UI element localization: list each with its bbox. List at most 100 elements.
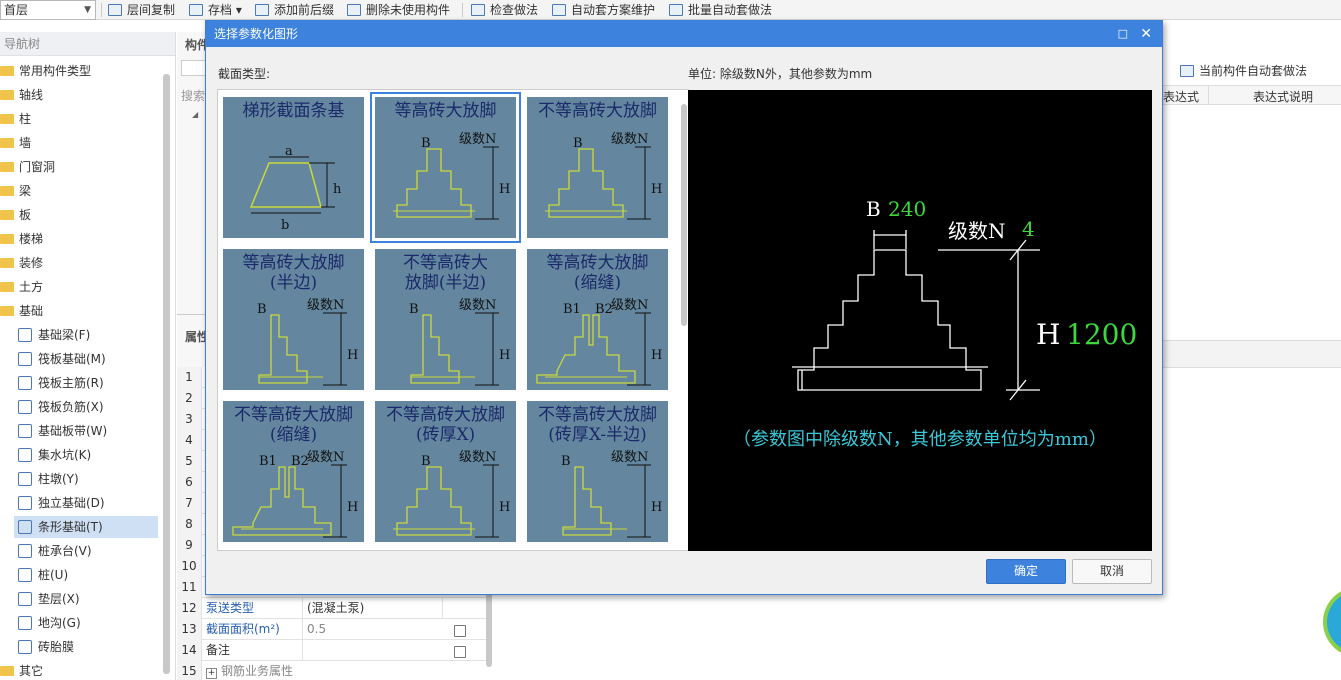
folder-icon <box>0 186 14 196</box>
check-method-button[interactable]: 检查做法 <box>471 0 538 20</box>
archive-icon <box>189 4 203 16</box>
svg-text:H: H <box>651 182 662 197</box>
main-toolbar: 首层 ▼ 层间复制 存档 ▾ 添加前后缀 删除未使用构件 检查做法 自动套方案维护… <box>0 0 1341 20</box>
svg-text:B: B <box>421 454 431 469</box>
shape-card-9[interactable]: 不等高砖大放脚 (砖厚X-半边) B 级数N H <box>527 401 668 542</box>
trench-icon <box>18 616 32 630</box>
maximize-icon[interactable]: □ <box>1118 21 1128 47</box>
shape-card-drawing: a h b <box>249 144 342 233</box>
nav-sub-cushion[interactable]: 垫层(X) <box>18 588 80 610</box>
nav-item-foundation[interactable]: 基础 <box>0 300 43 322</box>
nav-sub-isolated-footing[interactable]: 独立基础(D) <box>18 492 105 514</box>
nav-sub-sump[interactable]: 集水坑(K) <box>18 444 91 466</box>
svg-text:B: B <box>561 454 571 469</box>
folder-icon <box>0 666 14 676</box>
nav-item-common[interactable]: 常用构件类型 <box>0 60 91 82</box>
rebar-icon <box>18 376 32 390</box>
add-prefix-button[interactable]: 添加前后缀 <box>255 0 334 20</box>
shape-card-drawing: B 级数N H <box>393 132 510 220</box>
float-assistant-icon[interactable] <box>1323 587 1341 657</box>
svg-text:级数N: 级数N <box>611 298 648 313</box>
svg-text:h: h <box>333 182 342 197</box>
ok-button[interactable]: 确定 <box>986 559 1066 584</box>
auto-scheme-button[interactable]: 自动套方案维护 <box>552 0 655 20</box>
preview-h-value: 1200 <box>1066 318 1137 351</box>
pile-icon <box>18 568 32 582</box>
nav-item-column[interactable]: 柱 <box>0 108 31 130</box>
nav-item-slab[interactable]: 板 <box>0 204 31 226</box>
tree-expand-icon[interactable]: ◢ <box>192 110 198 119</box>
nav-item-decoration[interactable]: 装修 <box>0 252 43 274</box>
folder-icon <box>0 306 14 316</box>
nav-item-wall[interactable]: 墙 <box>0 132 31 154</box>
raft-icon <box>18 352 32 366</box>
folder-icon <box>0 258 14 268</box>
table-row: 12 泵送类型 (混凝土泵) <box>177 598 487 619</box>
nav-sub-raft-main-bar[interactable]: 筏板主筋(R) <box>18 372 104 394</box>
copy-floor-button[interactable]: 层间复制 <box>108 0 175 20</box>
property-value[interactable] <box>302 640 442 661</box>
shape-card-5[interactable]: 不等高砖大 放脚(半边) B 级数N H <box>375 249 516 390</box>
shape-card-6[interactable]: 等高砖大放脚 (缩缝) B1 B2 级数N H <box>527 249 668 390</box>
nav-item-opening[interactable]: 门窗洞 <box>0 156 55 178</box>
nav-item-stairs[interactable]: 楼梯 <box>0 228 43 250</box>
nav-sub-raft[interactable]: 筏板基础(M) <box>18 348 106 370</box>
shape-card-3[interactable]: 不等高砖大放脚 B 级数N H <box>527 97 668 238</box>
nav-sub-pier[interactable]: 柱墩(Y) <box>18 468 79 490</box>
svg-text:b: b <box>281 218 289 233</box>
shape-card-drawing: B 级数N H <box>257 298 358 386</box>
nav-sub-raft-neg-bar[interactable]: 筏板负筋(X) <box>18 396 104 418</box>
table-row: 14 备注 <box>177 640 487 661</box>
folder-icon <box>0 234 14 244</box>
component-search-input[interactable]: 搜索 <box>181 87 205 103</box>
archive-button[interactable]: 存档 ▾ <box>189 0 242 20</box>
dialog-title: 选择参数化图形 □ ✕ <box>206 21 1162 47</box>
nav-item-other[interactable]: 其它 <box>0 660 43 680</box>
nav-scrollbar[interactable] <box>163 74 170 674</box>
gallery-scrollbar[interactable] <box>681 104 687 326</box>
folder-icon <box>0 162 14 172</box>
property-group[interactable]: + 钢筋业务属性 <box>206 661 293 680</box>
batch-auto-button[interactable]: 批量自动套做法 <box>669 0 772 20</box>
svg-text:B1: B1 <box>259 454 277 469</box>
cancel-button[interactable]: 取消 <box>1072 559 1152 584</box>
foundation-beam-icon <box>18 328 32 342</box>
nav-sub-brick-mold[interactable]: 砖胎膜 <box>18 636 74 658</box>
shape-card-1[interactable]: 梯形截面条基 a h b <box>223 97 364 238</box>
new-component-icon[interactable] <box>181 60 207 76</box>
property-value[interactable]: (混凝土泵) <box>302 598 442 618</box>
shape-card-2[interactable]: 等高砖大放脚 B 级数N H <box>372 94 519 241</box>
prefix-icon <box>255 4 269 16</box>
nav-sub-pile[interactable]: 桩(U) <box>18 564 68 586</box>
nav-sub-trench[interactable]: 地沟(G) <box>18 612 81 634</box>
shape-card-4[interactable]: 等高砖大放脚 (半边) B 级数N H <box>223 249 364 390</box>
nav-item-axis[interactable]: 轴线 <box>0 84 43 106</box>
nav-item-earthwork[interactable]: 土方 <box>0 276 43 298</box>
nav-item-beam[interactable]: 梁 <box>0 180 31 202</box>
floor-select[interactable]: 首层 ▼ <box>0 0 96 20</box>
svg-text:级数N: 级数N <box>611 132 648 147</box>
delete-unused-button[interactable]: 删除未使用构件 <box>347 0 450 20</box>
folder-icon <box>0 210 14 220</box>
close-icon[interactable]: ✕ <box>1140 21 1152 47</box>
section-type-label: 截面类型: <box>218 67 271 81</box>
svg-text:B: B <box>573 136 583 151</box>
auto-method-button[interactable]: 当前构件自动套做法 <box>1180 62 1307 79</box>
strip-footing-icon <box>18 520 32 534</box>
nav-sub-pile-cap[interactable]: 桩承台(V) <box>18 540 92 562</box>
folder-icon <box>0 114 14 124</box>
property-name: 截面面积(m²) <box>206 622 280 636</box>
nav-sub-slab-strip[interactable]: 基础板带(W) <box>18 420 107 442</box>
shape-card-drawing: B1 B2级数NH <box>232 450 358 538</box>
shape-card-8[interactable]: 不等高砖大放脚 (砖厚X) B 级数N H <box>375 401 516 542</box>
preview-b-label: B <box>866 197 881 221</box>
folder-icon <box>0 138 14 148</box>
method-panel: 当前构件自动套做法 表达式 表达式说明 <box>1163 32 1341 680</box>
expand-plus-icon[interactable]: + <box>206 668 217 679</box>
nav-sub-foundation-beam[interactable]: 基础梁(F) <box>18 324 90 346</box>
nav-sub-strip-footing[interactable]: 条形基础(T) <box>14 516 158 538</box>
auto-icon <box>1180 65 1194 77</box>
shape-card-7[interactable]: 不等高砖大放脚 (缩缝) B1 B2 级数N H <box>223 401 364 542</box>
folder-icon <box>0 282 14 292</box>
svg-text:H: H <box>347 348 358 363</box>
